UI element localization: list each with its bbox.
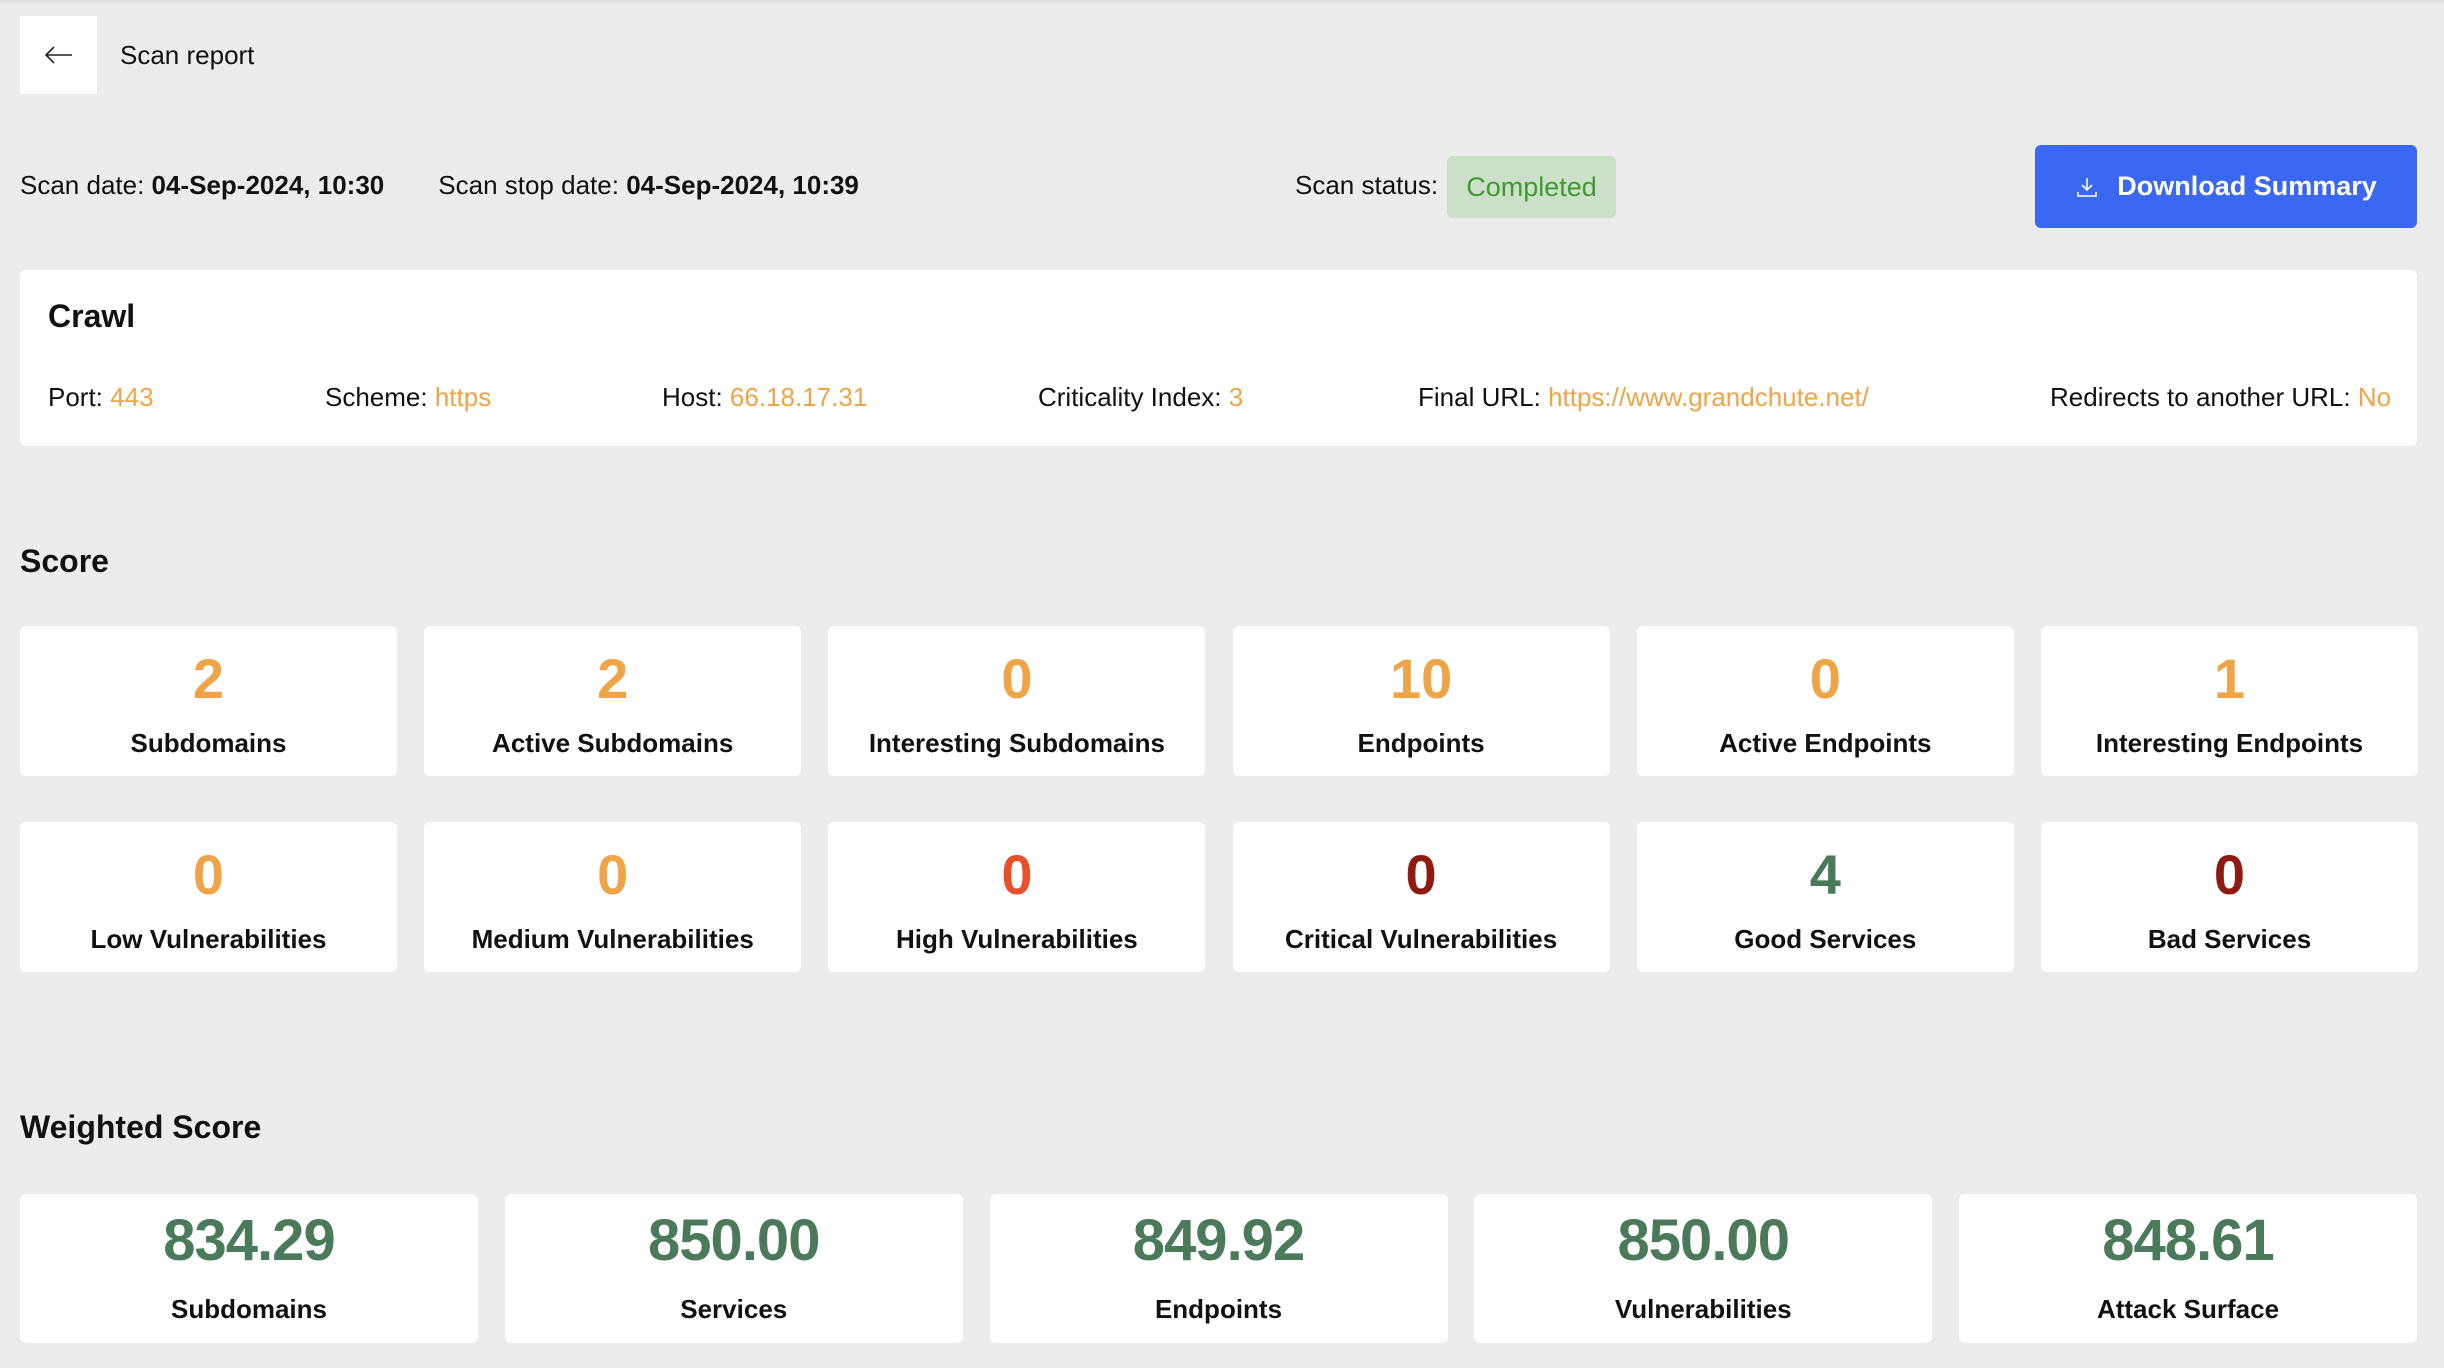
weighted-value: 834.29: [163, 1208, 335, 1273]
field-label: Redirects to another URL:: [2050, 382, 2351, 412]
score-label: High Vulnerabilities: [896, 924, 1138, 954]
score-value: 0: [2213, 843, 2246, 906]
score-card-subdomains: 2 Subdomains: [20, 626, 397, 776]
back-button[interactable]: [20, 16, 97, 94]
score-value: 0: [1001, 843, 1033, 906]
crawl-criticality-index: Criticality Index: 3: [1038, 378, 1243, 416]
score-value: 0: [192, 843, 225, 906]
field-label: Criticality Index:: [1038, 382, 1222, 412]
score-label: Medium Vulnerabilities: [471, 924, 754, 954]
score-label: Active Endpoints: [1719, 728, 1932, 758]
crawl-port: Port: 443: [48, 378, 154, 416]
weighted-label: Endpoints: [1154, 1294, 1283, 1324]
scan-date-value: 04-Sep-2024, 10:30: [151, 170, 385, 200]
field-value: 3: [1228, 382, 1244, 412]
score-card-bad-services: 0 Bad Services: [2041, 822, 2418, 972]
scan-stop-value: 04-Sep-2024, 10:39: [626, 170, 859, 200]
scan-date-label: Scan date:: [20, 170, 145, 200]
field-value: 443: [110, 382, 154, 412]
score-card-active-endpoints: 0 Active Endpoints: [1636, 626, 2014, 776]
weighted-value: 849.92: [1132, 1208, 1305, 1273]
score-card-medium-vulnerabilities: 0 Medium Vulnerabilities: [424, 822, 802, 972]
score-card-endpoints: 10 Endpoints: [1232, 626, 1610, 776]
weighted-label: Attack Surface: [2096, 1294, 2280, 1324]
arrow-left-icon: [44, 46, 72, 64]
score-label: Good Services: [1734, 924, 1917, 954]
scan-stop-date: Scan stop date: 04-Sep-2024, 10:39: [438, 166, 859, 204]
field-label: Host:: [662, 382, 723, 412]
field-value: No: [2357, 382, 2392, 412]
score-card-interesting-endpoints: 1 Interesting Endpoints: [2041, 626, 2418, 776]
score-label: Bad Services: [2147, 924, 2312, 954]
weighted-card-attack-surface: 848.61 Attack Surface: [1959, 1194, 2417, 1343]
weighted-value: 850.00: [648, 1208, 820, 1273]
score-value: 10: [1389, 647, 1453, 710]
score-value: 0: [1809, 647, 1841, 710]
score-label: Endpoints: [1357, 728, 1485, 758]
field-label: Port:: [48, 382, 103, 412]
crawl-title: Crawl: [48, 298, 136, 334]
crawl-final-url: Final URL: https://www.grandchute.net/: [1418, 378, 1869, 416]
score-label: Active Subdomains: [492, 728, 734, 758]
weighted-value: 850.00: [1617, 1208, 1790, 1273]
scan-status-label: Scan status:: [1295, 170, 1439, 200]
score-label: Critical Vulnerabilities: [1285, 924, 1558, 954]
field-label: Final URL:: [1418, 382, 1541, 412]
crawl-host: Host: 66.18.17.31: [662, 378, 867, 416]
score-value: 2: [192, 647, 225, 710]
scan-stop-label: Scan stop date:: [438, 170, 619, 200]
score-value: 4: [1809, 843, 1841, 906]
score-value: 1: [2213, 647, 2246, 710]
score-card-high-vulnerabilities: 0 High Vulnerabilities: [828, 822, 1206, 972]
download-icon: [2077, 177, 2098, 197]
weighted-label: Services: [680, 1294, 788, 1324]
score-label: Subdomains: [130, 728, 287, 758]
download-summary-button[interactable]: Download Summary: [2035, 145, 2417, 228]
weighted-label: Vulnerabilities: [1614, 1294, 1792, 1324]
page-title: Scan report: [120, 40, 255, 70]
download-summary-label: Download Summary: [2117, 171, 2377, 201]
score-card-critical-vulnerabilities: 0 Critical Vulnerabilities: [1232, 822, 1610, 972]
score-value: 0: [1405, 843, 1437, 906]
score-card-low-vulnerabilities: 0 Low Vulnerabilities: [20, 822, 397, 972]
score-label: Low Vulnerabilities: [90, 924, 327, 954]
score-value: 0: [1001, 647, 1033, 710]
top-edge: [0, 0, 2444, 5]
weighted-label: Subdomains: [170, 1294, 327, 1324]
score-value: 0: [597, 843, 629, 906]
weighted-score-heading: Weighted Score: [20, 1109, 262, 1145]
score-card-active-subdomains: 2 Active Subdomains: [424, 626, 802, 776]
crawl-scheme: Scheme: https: [325, 378, 491, 416]
score-value: 2: [597, 647, 629, 710]
score-card-interesting-subdomains: 0 Interesting Subdomains: [828, 626, 1206, 776]
status-badge: Completed: [1447, 156, 1616, 218]
score-card-good-services: 4 Good Services: [1636, 822, 2014, 972]
scan-date: Scan date: 04-Sep-2024, 10:30: [20, 166, 384, 204]
field-value: https: [434, 382, 492, 412]
final-url-link[interactable]: https://www.grandchute.net/: [1548, 382, 1869, 412]
weighted-card-subdomains: 834.29 Subdomains: [20, 1194, 478, 1343]
crawl-redirects: Redirects to another URL: No: [2050, 378, 2391, 416]
scan-meta: Scan date: 04-Sep-2024, 10:30 Scan stop …: [20, 166, 913, 204]
field-value: 66.18.17.31: [729, 382, 868, 412]
score-label: Interesting Endpoints: [2095, 728, 2364, 758]
weighted-value: 848.61: [2102, 1208, 2274, 1273]
weighted-card-services: 850.00 Services: [504, 1194, 963, 1343]
crawl-card: Crawl Port: 443 Scheme: https Host: 66.1…: [20, 270, 2417, 446]
weighted-card-endpoints: 849.92 Endpoints: [989, 1194, 1448, 1343]
score-heading: Score: [20, 543, 109, 579]
field-label: Scheme:: [325, 382, 428, 412]
score-label: Interesting Subdomains: [868, 728, 1165, 758]
weighted-card-vulnerabilities: 850.00 Vulnerabilities: [1474, 1194, 1933, 1343]
